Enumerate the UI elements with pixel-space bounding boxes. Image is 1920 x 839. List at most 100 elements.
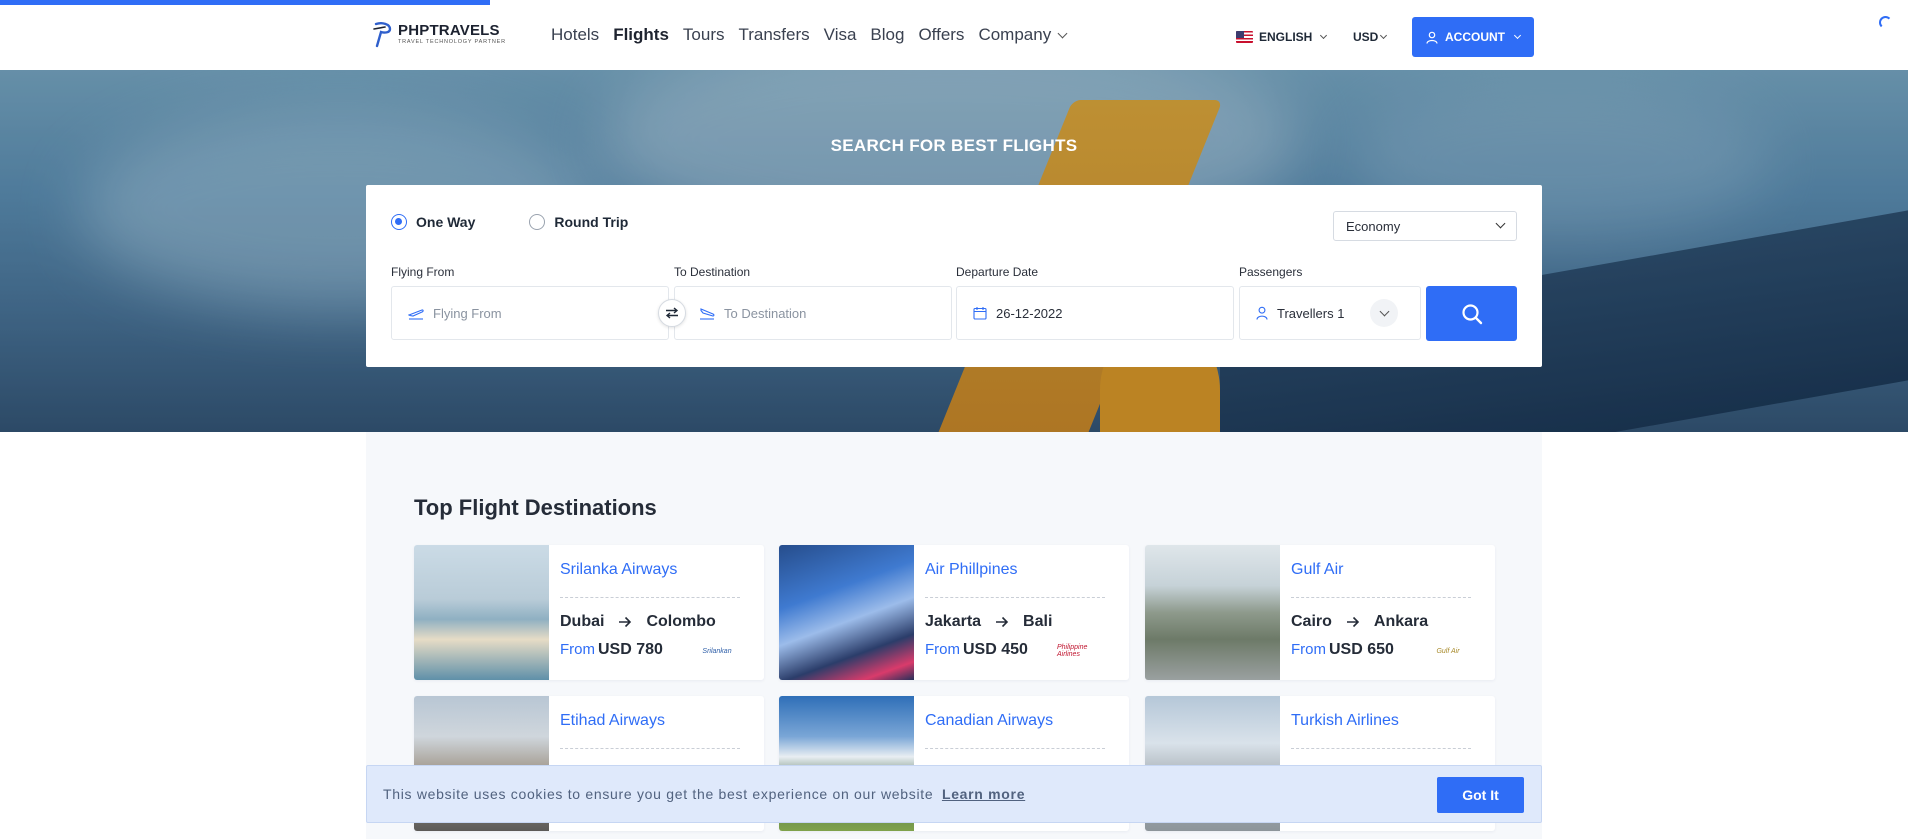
departure-date-value: 26-12-2022 xyxy=(996,305,1063,321)
airline-name: Srilanka Airways xyxy=(560,561,678,578)
airline-name: Canadian Airways xyxy=(925,712,1054,729)
plane-logo-icon xyxy=(373,22,392,48)
chevron-down-icon xyxy=(1320,31,1328,40)
divider xyxy=(560,597,740,598)
chevron-down-icon xyxy=(1513,31,1522,40)
account-button[interactable]: ACCOUNT xyxy=(1412,17,1534,57)
divider xyxy=(925,748,1105,749)
round-trip-radio[interactable]: Round Trip xyxy=(529,214,628,230)
destination-card[interactable]: Srilanka Airways Dubai Colombo From USD 7… xyxy=(414,545,764,680)
nav-blog[interactable]: Blog xyxy=(870,25,904,45)
passengers-dropdown-toggle[interactable] xyxy=(1370,299,1398,327)
nav-company[interactable]: Company xyxy=(978,25,1068,45)
route-from: Cairo xyxy=(1291,613,1332,630)
learn-more-link[interactable]: Learn more xyxy=(942,786,1025,802)
flying-from-label: Flying From xyxy=(391,265,455,279)
divider xyxy=(925,597,1105,598)
from-label: From xyxy=(925,641,960,658)
one-way-radio[interactable]: One Way xyxy=(391,214,475,230)
chevron-down-icon xyxy=(1379,306,1389,316)
from-label: From xyxy=(560,641,595,658)
departure-date-label: Departure Date xyxy=(956,265,1039,279)
price: From USD 450 xyxy=(925,641,1028,659)
nav-tours[interactable]: Tours xyxy=(683,25,725,45)
route-to: Ankara xyxy=(1373,613,1429,630)
search-flights-button[interactable] xyxy=(1426,286,1517,341)
hero-title: SEARCH FOR BEST FLIGHTS xyxy=(830,136,1078,155)
route-from: Dubai xyxy=(560,613,605,630)
search-icon xyxy=(1461,303,1482,324)
destination-card[interactable]: Air Phillpines Jakarta Bali From USD 450 … xyxy=(779,545,1129,680)
price-value: USD 450 xyxy=(963,641,1028,658)
trip-type-group: One Way Round Trip xyxy=(391,214,628,230)
price: From USD 650 xyxy=(1291,641,1394,659)
currency-label: USD xyxy=(1353,30,1379,44)
destination-photo xyxy=(779,545,914,680)
chevron-down-icon xyxy=(1380,31,1388,40)
route: Dubai Colombo xyxy=(560,613,716,631)
nav-visa[interactable]: Visa xyxy=(824,25,857,45)
flying-from-placeholder: Flying From xyxy=(433,305,502,321)
cookie-message: This website uses cookies to ensure you … xyxy=(383,786,1025,802)
route-to: Colombo xyxy=(646,613,716,630)
page-loading-bar xyxy=(0,0,490,5)
language-selector[interactable]: ENGLISH xyxy=(1236,30,1328,44)
price-value: USD 780 xyxy=(598,641,663,658)
brand-tagline: TRAVEL TECHNOLOGY PARTNER xyxy=(398,38,506,45)
plane-landing-icon xyxy=(700,308,715,320)
main-nav: Hotels Flights Tours Transfers Visa Blog… xyxy=(551,25,1068,45)
nav-transfers[interactable]: Transfers xyxy=(738,25,809,45)
currency-selector[interactable]: USD xyxy=(1353,30,1388,44)
language-label: ENGLISH xyxy=(1259,30,1313,44)
arrow-right-icon xyxy=(1346,616,1360,628)
brand-name: PHPTRAVELS xyxy=(398,21,500,39)
loading-spinner-icon xyxy=(1879,16,1892,29)
price-value: USD 650 xyxy=(1329,641,1394,658)
chevron-down-icon xyxy=(1057,28,1068,38)
calendar-icon xyxy=(973,307,987,320)
to-destination-label: To Destination xyxy=(674,265,751,279)
airline-logo: Srilankan xyxy=(702,647,732,655)
cookie-accept-button[interactable]: Got It xyxy=(1437,777,1524,813)
departure-date-input[interactable]: 26-12-2022 xyxy=(956,286,1234,340)
airline-name: Air Phillpines xyxy=(925,561,1018,578)
destination-photo xyxy=(1145,545,1280,680)
swap-airports-button[interactable] xyxy=(658,299,686,327)
chevron-down-icon xyxy=(1495,218,1506,229)
to-destination-placeholder: To Destination xyxy=(724,305,807,321)
radio-checked-icon xyxy=(391,214,407,230)
route: Cairo Ankara xyxy=(1291,613,1428,631)
section-title: Top Flight Destinations xyxy=(414,495,657,520)
destination-card[interactable]: Gulf Air Cairo Ankara From USD 650 Gulf A… xyxy=(1145,545,1495,680)
page: PHPTRAVELS TRAVEL TECHNOLOGY PARTNER Hot… xyxy=(0,0,1920,839)
brand-logo[interactable]: PHPTRAVELS TRAVEL TECHNOLOGY PARTNER xyxy=(372,20,506,48)
arrow-right-icon xyxy=(619,616,632,628)
route: Jakarta Bali xyxy=(925,613,1052,631)
radio-unchecked-icon xyxy=(529,214,546,230)
to-destination-input[interactable]: To Destination xyxy=(674,286,952,340)
divider xyxy=(560,748,740,749)
passengers-value: Travellers 1 xyxy=(1277,305,1345,321)
swap-arrows-icon xyxy=(665,307,679,319)
destination-photo xyxy=(414,545,549,680)
flight-search-form: One Way Round Trip Economy Flying From T… xyxy=(366,185,1542,367)
site-header: PHPTRAVELS TRAVEL TECHNOLOGY PARTNER Hot… xyxy=(0,0,1908,70)
nav-hotels[interactable]: Hotels xyxy=(551,25,599,45)
flying-from-input[interactable]: Flying From xyxy=(391,286,669,340)
route-to: Bali xyxy=(1023,613,1053,630)
user-icon xyxy=(1256,306,1268,320)
arrow-right-icon xyxy=(996,616,1009,628)
airline-logo: Gulf Air xyxy=(1436,647,1460,655)
from-label: From xyxy=(1291,641,1326,658)
divider xyxy=(1291,597,1471,598)
cookie-text: This website uses cookies to ensure you … xyxy=(383,786,934,802)
nav-offers[interactable]: Offers xyxy=(918,25,964,45)
airline-logo: Philippine Airlines xyxy=(1057,644,1088,658)
cabin-class-select[interactable]: Economy xyxy=(1333,211,1517,241)
nav-flights[interactable]: Flights xyxy=(613,25,669,45)
price: From USD 780 xyxy=(560,641,663,659)
passengers-label: Passengers xyxy=(1239,265,1303,279)
route-from: Jakarta xyxy=(925,613,982,630)
nav-company-label: Company xyxy=(978,25,1052,44)
divider xyxy=(1291,748,1471,749)
